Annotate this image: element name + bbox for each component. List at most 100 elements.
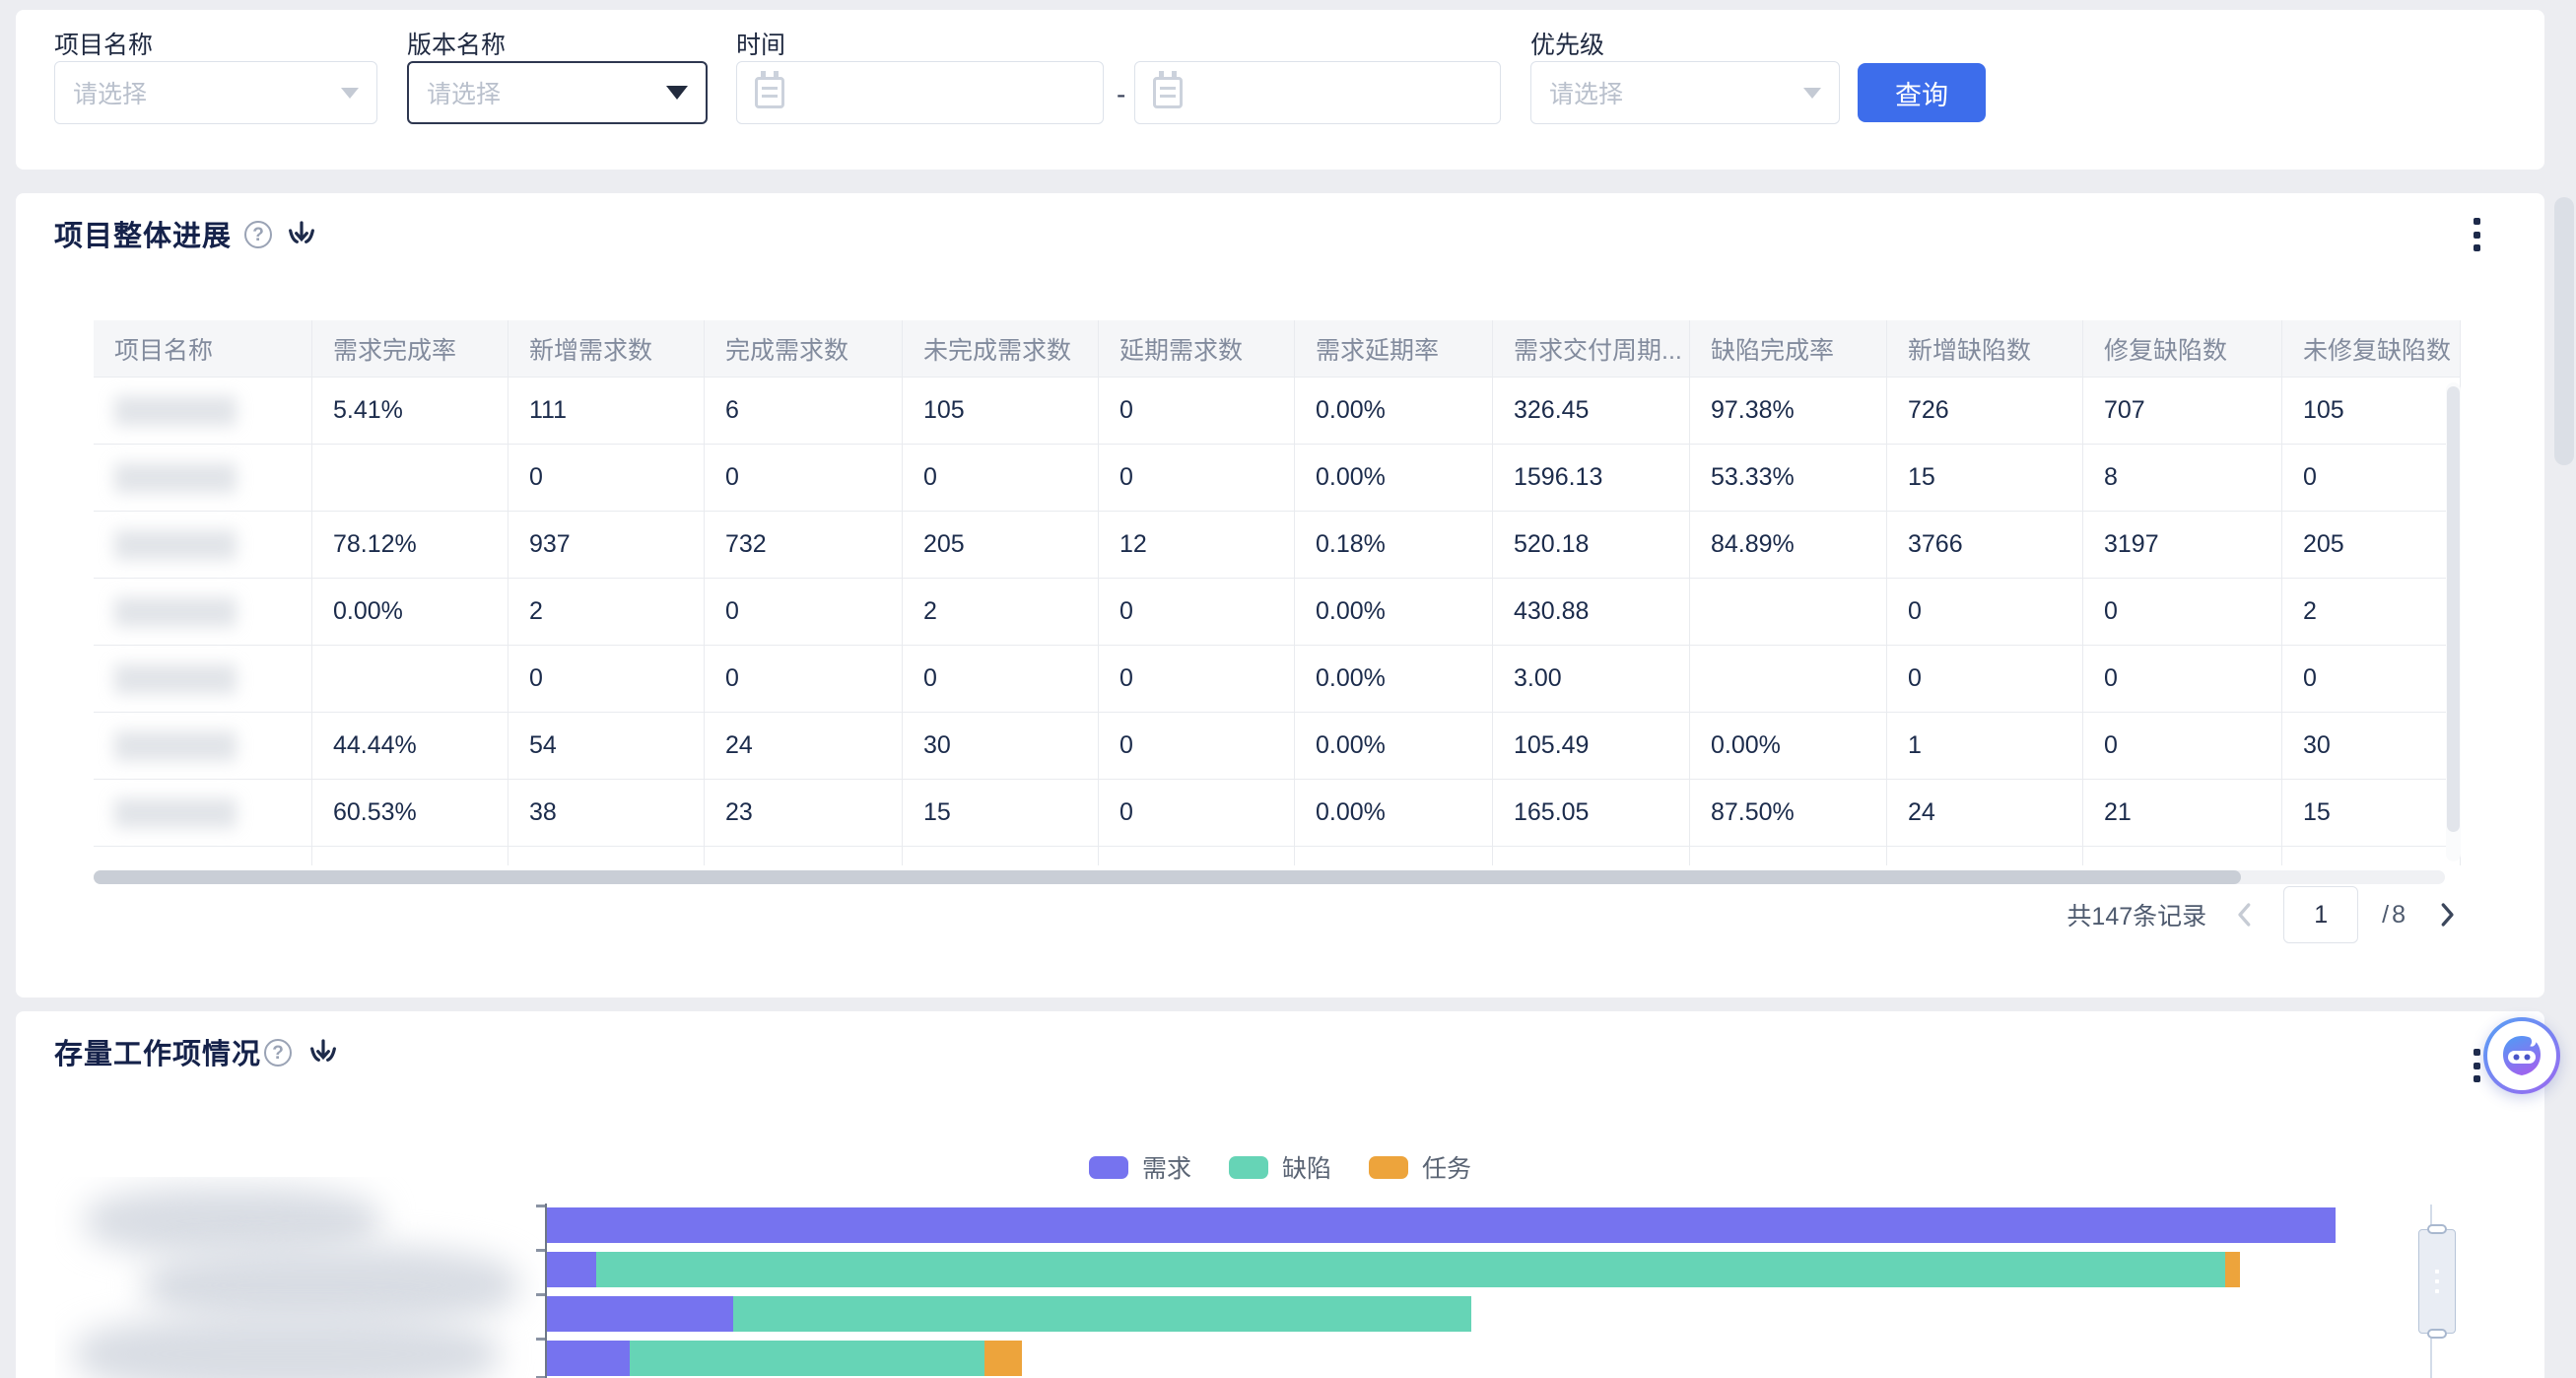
filter-bar: 项目名称 请选择 版本名称 请选择 时间 - 优先级 [16, 10, 2544, 170]
table-cell: 21 [2083, 780, 2282, 847]
table-cell: 97.38% [1690, 378, 1887, 445]
kebab-menu-icon[interactable] [2474, 218, 2481, 251]
query-button[interactable]: 查询 [1858, 63, 1986, 122]
robot-assistant-button[interactable] [2483, 1017, 2560, 1094]
legend-label: 缺陷 [1282, 1149, 1331, 1185]
bar-segment-需求[interactable] [547, 1252, 596, 1287]
axis-tick [536, 1338, 545, 1341]
legend-item[interactable]: 需求 [1089, 1149, 1191, 1185]
table-header-cell: 未修复缺陷数 [2282, 320, 2461, 378]
table-cell: 2 [903, 579, 1099, 646]
chevron-down-icon [666, 86, 688, 100]
table-header-cell: 新增缺陷数 [1887, 320, 2083, 378]
table-cell: 0 [2083, 646, 2282, 713]
table-cell: 2 [2282, 579, 2461, 646]
table-cell: 30 [903, 713, 1099, 780]
table-row: 00000.00%3.00000 [94, 646, 2461, 713]
table-header-cell: 完成需求数 [705, 320, 903, 378]
table-cell [1493, 847, 1690, 865]
table-cell: 732 [705, 512, 903, 579]
table-cell: 0 [903, 646, 1099, 713]
table-cell: 78.12% [312, 512, 508, 579]
time-start-input[interactable] [736, 61, 1104, 124]
project-name-label: 项目名称 [54, 26, 153, 61]
table-cell: 0.00% [312, 579, 508, 646]
pagination-page-count: /8 [2382, 901, 2408, 930]
export-icon[interactable] [307, 1037, 339, 1068]
table-cell: 12 [1099, 512, 1295, 579]
table-cell [312, 646, 508, 713]
table-header-row: 项目名称需求完成率新增需求数完成需求数未完成需求数延期需求数需求延期率需求交付周… [94, 320, 2461, 378]
pagination-next-icon[interactable] [2432, 900, 2462, 930]
redacted-project-name [114, 396, 237, 426]
bar-segment-缺陷[interactable] [630, 1341, 984, 1376]
bar-segment-缺陷[interactable] [596, 1252, 2225, 1287]
datazoom-handle-top[interactable] [2427, 1224, 2447, 1234]
progress-table: 项目名称需求完成率新增需求数完成需求数未完成需求数延期需求数需求延期率需求交付周… [94, 320, 2461, 865]
table-cell: 0 [2083, 713, 2282, 780]
help-icon[interactable]: ? [264, 1039, 292, 1067]
table-vertical-scrollbar-thumb[interactable] [2447, 386, 2460, 832]
table-cell: 937 [508, 512, 705, 579]
help-icon[interactable]: ? [244, 221, 272, 248]
table-cell [94, 713, 312, 780]
table-cell: 0 [508, 646, 705, 713]
table-cell: 105 [903, 378, 1099, 445]
table-cell [2282, 847, 2461, 865]
table-cell [94, 445, 312, 512]
table-header-cell: 修复缺陷数 [2083, 320, 2282, 378]
table-cell: 0 [2282, 445, 2461, 512]
kebab-menu-icon[interactable] [2474, 1049, 2481, 1082]
export-icon[interactable] [286, 219, 317, 250]
legend-item[interactable]: 任务 [1369, 1149, 1471, 1185]
axis-tick [536, 1293, 545, 1296]
page-scrollbar-thumb[interactable] [2554, 197, 2574, 465]
table-cell: 707 [2083, 378, 2282, 445]
table-cell [94, 378, 312, 445]
table-cell: 0 [1887, 579, 2083, 646]
table-cell: 0 [508, 445, 705, 512]
robot-icon [2499, 1033, 2544, 1078]
table-cell [94, 847, 312, 865]
table-row: 60.53%38231500.00%165.0587.50%242115 [94, 780, 2461, 847]
table-cell: 24 [705, 713, 903, 780]
version-name-select[interactable]: 请选择 [407, 61, 708, 124]
legend-item[interactable]: 缺陷 [1229, 1149, 1331, 1185]
datazoom-window[interactable] [2418, 1229, 2456, 1334]
table-header-cell: 需求完成率 [312, 320, 508, 378]
redacted-project-name [114, 530, 237, 560]
table-horizontal-scrollbar-thumb[interactable] [94, 870, 2241, 884]
legend-label: 需求 [1142, 1149, 1191, 1185]
bar-segment-任务[interactable] [2225, 1252, 2240, 1287]
pagination-page-input[interactable] [2283, 886, 2358, 943]
table-cell: 3197 [2083, 512, 2282, 579]
time-end-input[interactable] [1134, 61, 1501, 124]
project-name-select[interactable]: 请选择 [54, 61, 377, 124]
table-row: 00000.00%1596.1353.33%1580 [94, 445, 2461, 512]
table-cell: 0 [2083, 579, 2282, 646]
bar-segment-缺陷[interactable] [733, 1296, 1471, 1332]
bar-segment-需求[interactable] [547, 1207, 2336, 1243]
pagination-prev-icon[interactable] [2230, 900, 2260, 930]
table-cell [2083, 847, 2282, 865]
redacted-category-labels [55, 1177, 540, 1378]
bar-segment-需求[interactable] [547, 1341, 630, 1376]
section-title: 存量工作项情况 [54, 1031, 261, 1072]
table-cell [94, 780, 312, 847]
table-row: 78.12%937732205120.18%520.1884.89%376631… [94, 512, 2461, 579]
table-cell [312, 847, 508, 865]
table-cell [903, 847, 1099, 865]
table-cell: 15 [1887, 445, 2083, 512]
table-row: 44.44%54243000.00%105.490.00%1030 [94, 713, 2461, 780]
table-cell: 205 [903, 512, 1099, 579]
table-header-cell: 延期需求数 [1099, 320, 1295, 378]
table-row: 5.41%111610500.00%326.4597.38%726707105 [94, 378, 2461, 445]
bar-segment-需求[interactable] [547, 1296, 733, 1332]
datazoom-handle-bottom[interactable] [2427, 1329, 2447, 1339]
bar-segment-任务[interactable] [984, 1341, 1022, 1376]
table-cell: 1 [1887, 713, 2083, 780]
priority-select[interactable]: 请选择 [1530, 61, 1840, 124]
table-cell: 0 [2282, 646, 2461, 713]
table-cell: 3766 [1887, 512, 2083, 579]
table-cell [1690, 579, 1887, 646]
